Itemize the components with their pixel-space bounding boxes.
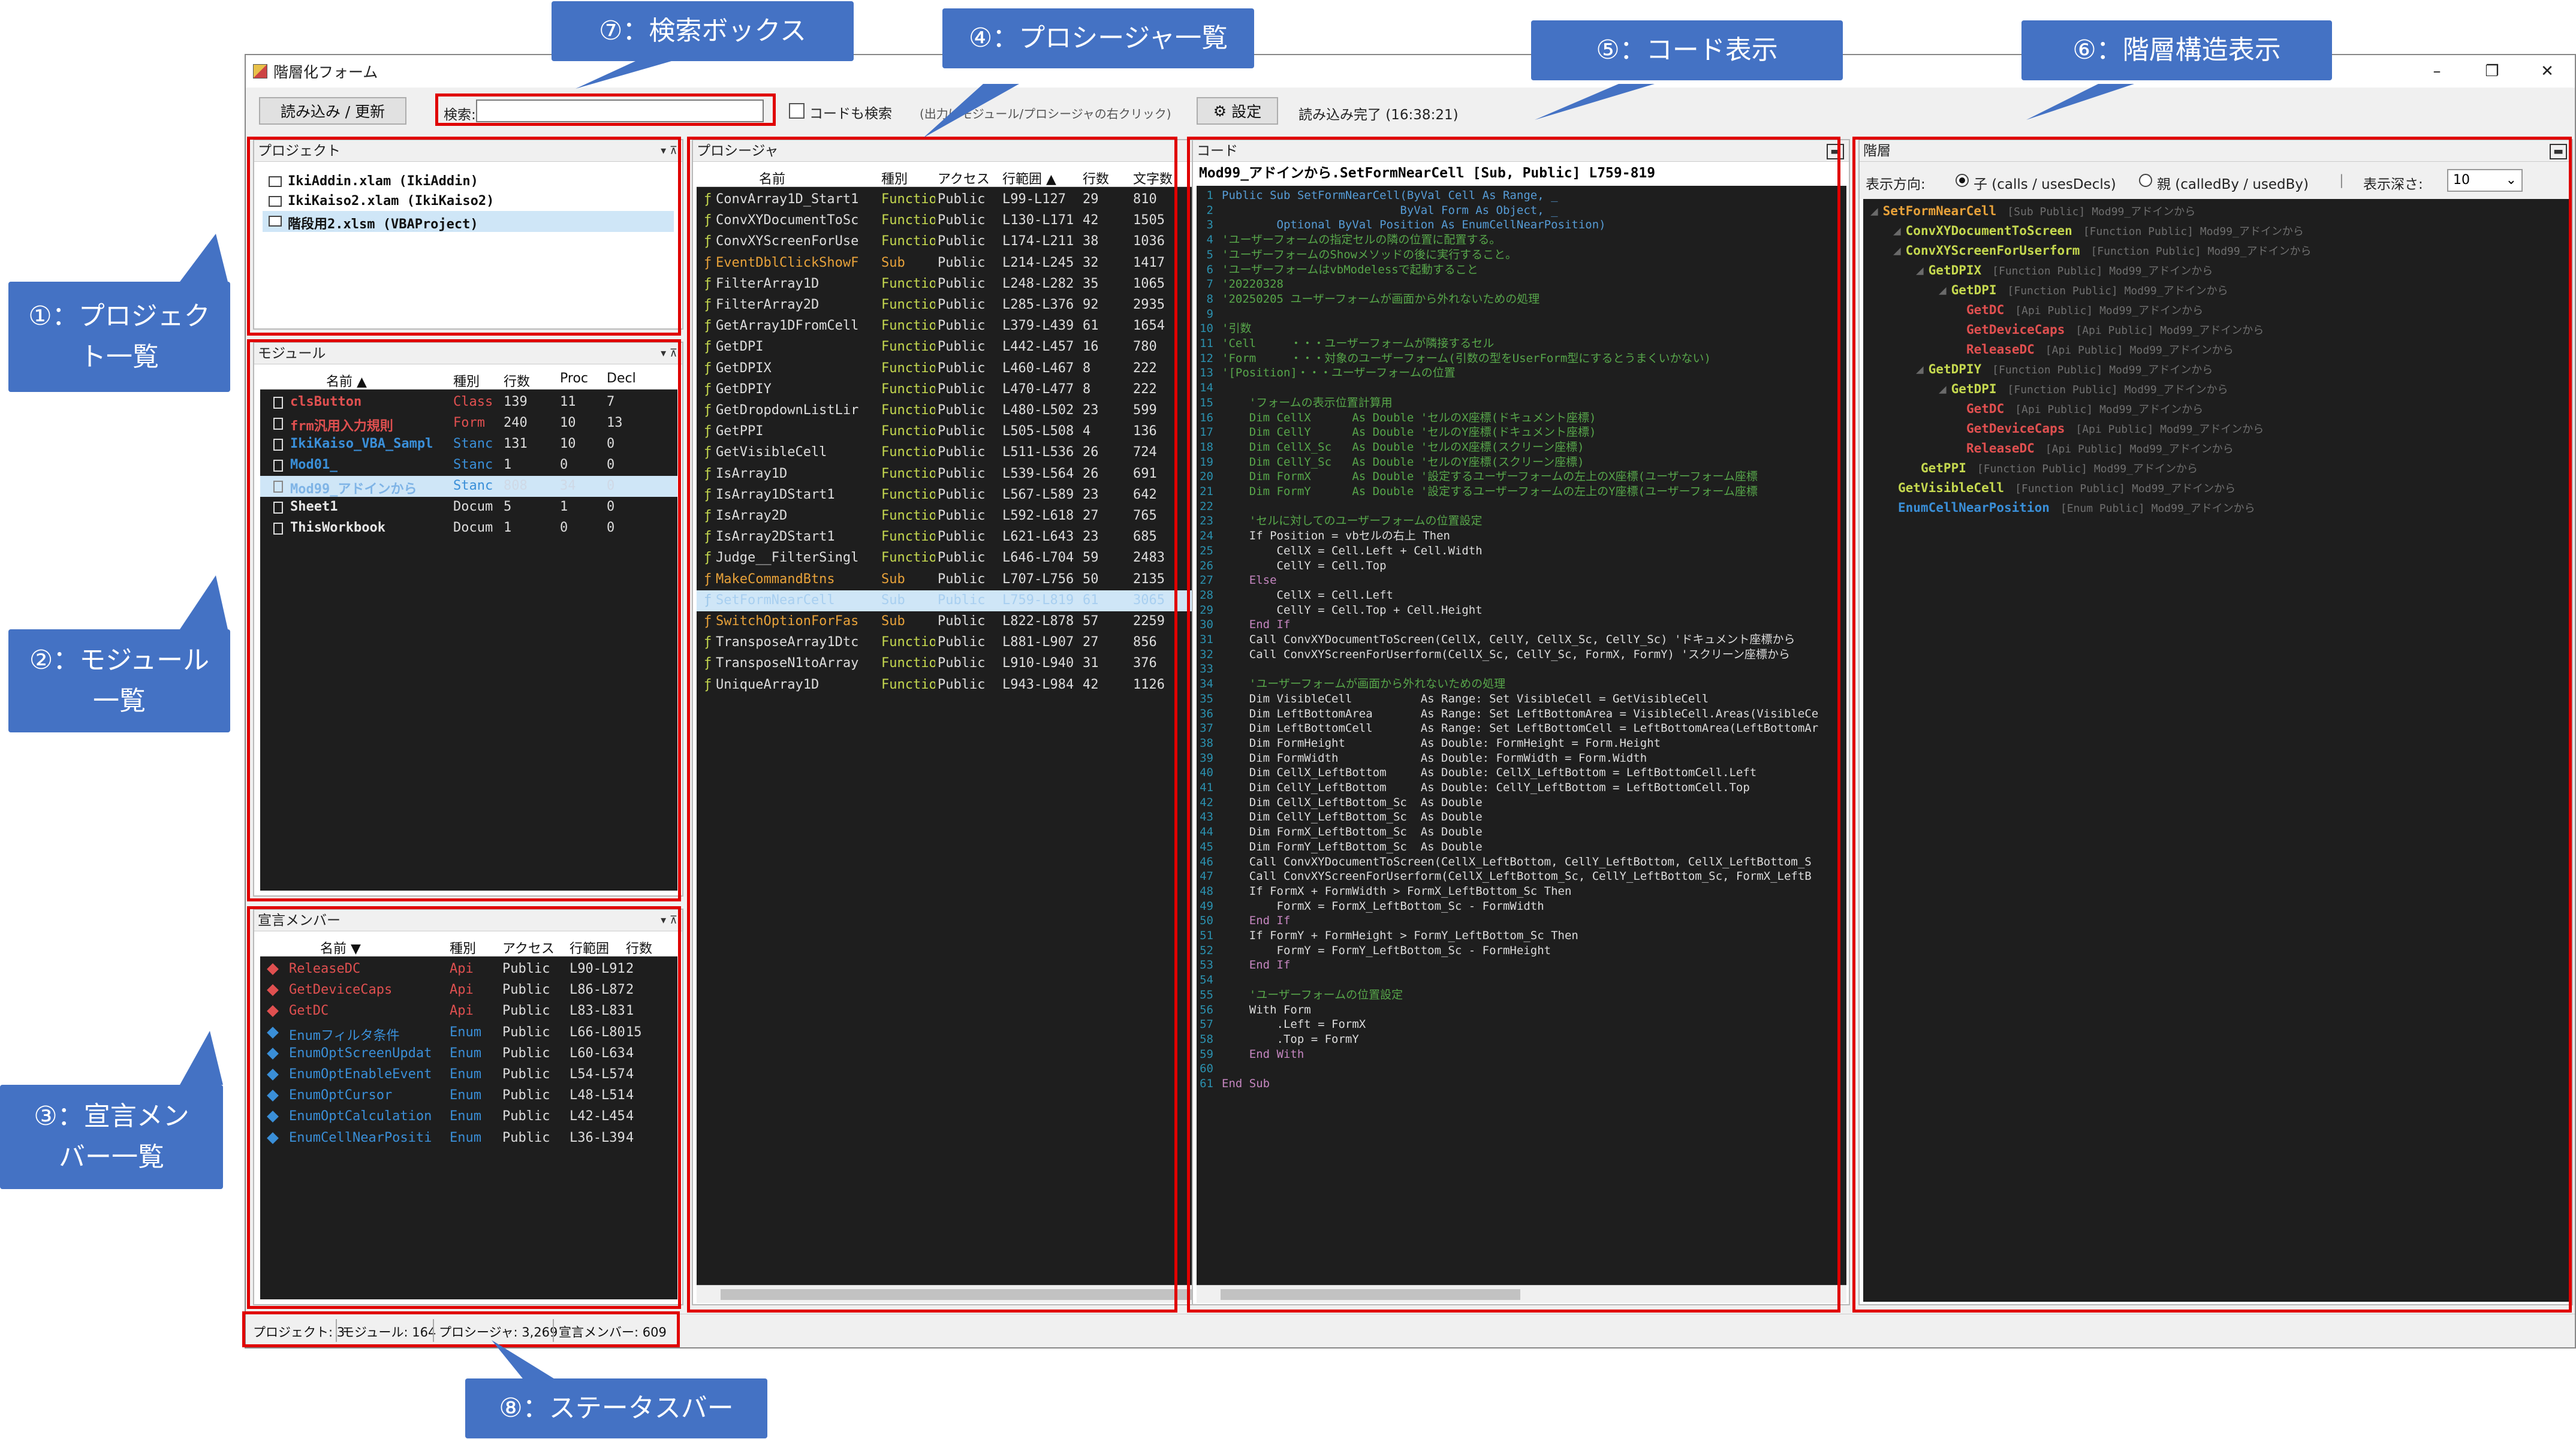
callout-6: ⑥：階層構造表示 bbox=[2021, 20, 2332, 80]
callout-8: ⑧：ステータスバー bbox=[465, 1378, 767, 1438]
callout-4: ④：プロシージャ一覧 bbox=[942, 8, 1254, 68]
annotated-screenshot: 階層化フォーム – ❐ ✕ 読み込み / 更新 検索: コードも検索 (出力はモ… bbox=[0, 0, 2576, 1439]
callout-5: ⑤：コード表示 bbox=[1531, 20, 1843, 80]
callout-1: ①：プロジェク ト一覧 bbox=[8, 282, 230, 392]
callout-2: ②：モジュール 一覧 bbox=[8, 629, 230, 732]
callout-7: ⑦：検索ボックス bbox=[552, 1, 854, 61]
callout-3: ③：宣言メン バー一覧 bbox=[0, 1085, 223, 1189]
callout-pointers bbox=[180, 61, 2134, 1384]
